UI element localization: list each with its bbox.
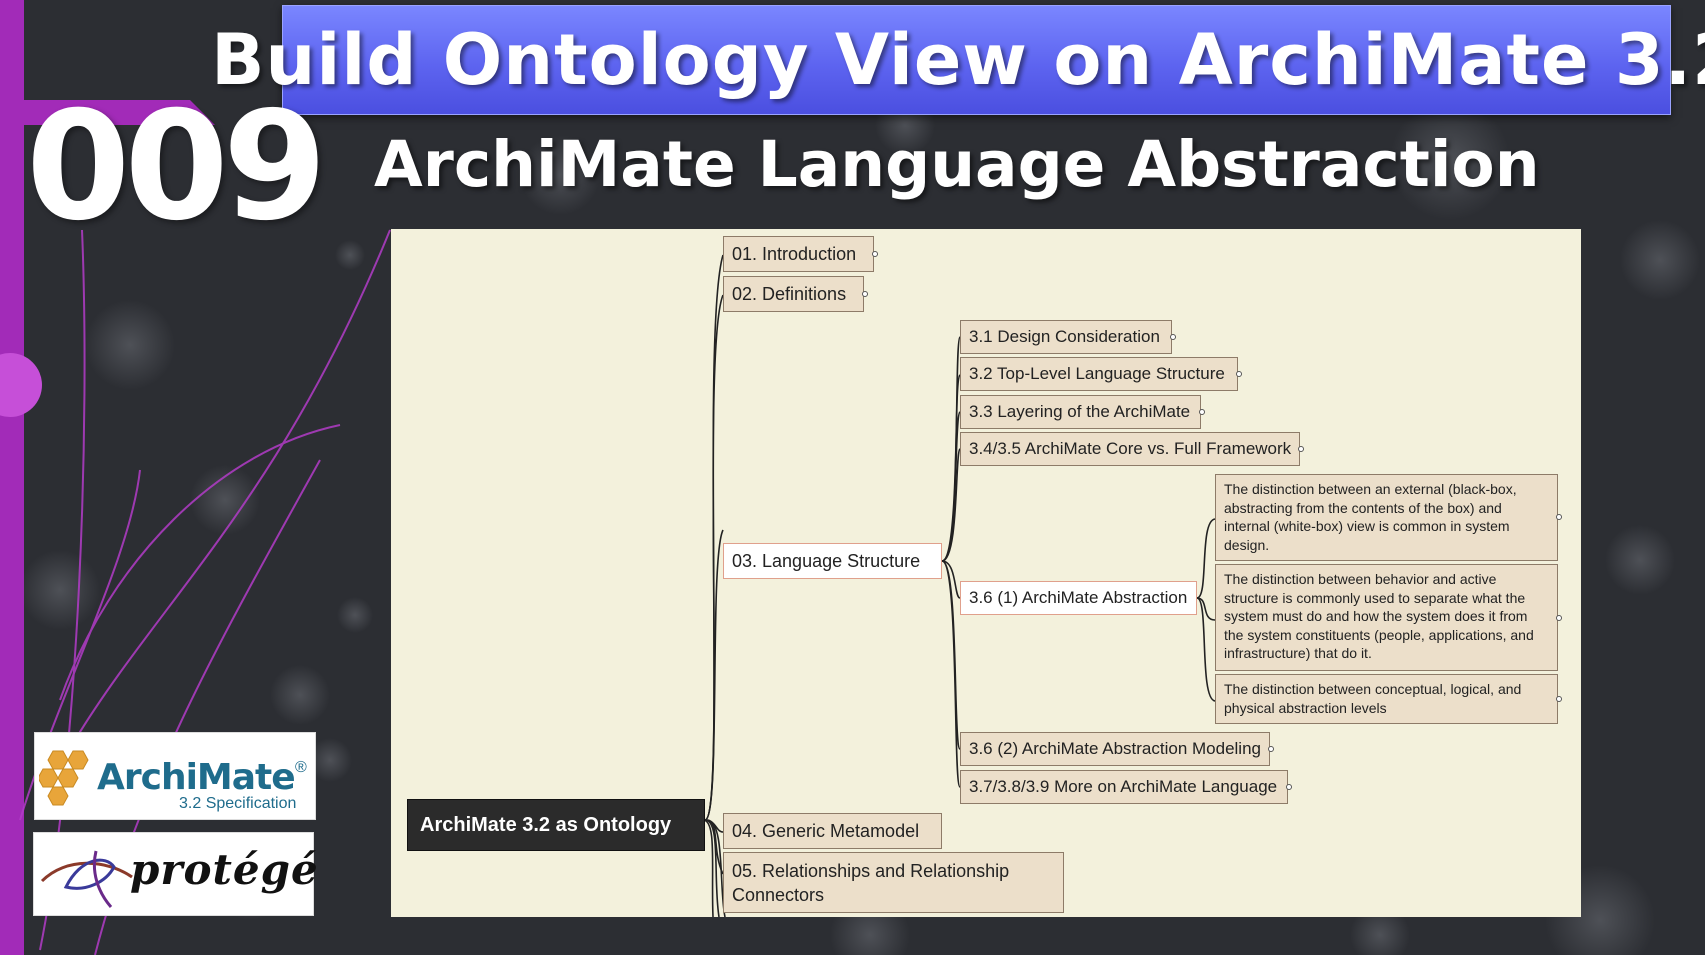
node-label: 3.6 (1) ArchiMate Abstraction <box>969 588 1188 607</box>
protege-wordmark: protégé <box>130 845 319 894</box>
mindmap-root-node[interactable]: ArchiMate 3.2 as Ontology <box>407 799 705 851</box>
node-label: 02. Definitions <box>732 283 847 304</box>
expand-toggle-icon[interactable] <box>1236 371 1242 377</box>
archimate-wordmark: ArchiMate <box>97 757 296 798</box>
node-label: 3.1 Design Consideration <box>969 327 1160 346</box>
node-label: 03. Language Structure <box>732 550 921 571</box>
episode-number: 009 <box>26 80 327 254</box>
hexagon-logo-icon <box>39 750 89 806</box>
section-3-4-3-5-node[interactable]: 3.4/3.5 ArchiMate Core vs. Full Framewor… <box>960 432 1300 466</box>
chapter-language-structure-node[interactable]: 03. Language Structure <box>723 543 942 579</box>
node-label: 3.2 Top-Level Language Structure <box>969 364 1225 383</box>
expand-toggle-icon[interactable] <box>1170 334 1176 340</box>
section-3-1-node[interactable]: 3.1 Design Consideration <box>960 320 1172 354</box>
registered-mark: ® <box>295 759 307 776</box>
expand-toggle-icon[interactable] <box>1556 615 1562 621</box>
section-3-2-node[interactable]: 3.2 Top-Level Language Structure <box>960 357 1238 391</box>
section-3-6-modeling-node[interactable]: 3.6 (2) ArchiMate Abstraction Modeling <box>960 732 1270 766</box>
note-text: The distinction between an external (bla… <box>1224 481 1517 553</box>
mindmap-panel: ArchiMate 3.2 as Ontology 01. Introducti… <box>391 229 1581 917</box>
expand-toggle-icon[interactable] <box>1298 446 1304 452</box>
protege-emblem-icon <box>40 850 133 908</box>
expand-toggle-icon[interactable] <box>1268 746 1274 752</box>
note-text: The distinction between conceptual, logi… <box>1224 681 1522 716</box>
section-3-6-abstraction-node[interactable]: 3.6 (1) ArchiMate Abstraction <box>960 581 1197 615</box>
node-label: 05. Relationships and Relationship Conne… <box>732 860 1010 905</box>
banner-title: Build Ontology View on ArchiMate 3.2 <box>211 19 1705 101</box>
section-3-3-node[interactable]: 3.3 Layering of the ArchiMate <box>960 395 1201 429</box>
protege-logo: protégé <box>33 832 318 916</box>
node-label: 3.6 (2) ArchiMate Abstraction Modeling <box>969 739 1261 758</box>
node-label: 3.7/3.8/3.9 More on ArchiMate Language <box>969 777 1278 796</box>
page-subtitle: ArchiMate Language Abstraction <box>374 128 1540 201</box>
chapter-relationships-node[interactable]: 05. Relationships and Relationship Conne… <box>723 852 1064 913</box>
root-label: ArchiMate 3.2 as Ontology <box>420 813 672 836</box>
title-banner: Build Ontology View on ArchiMate 3.2 <box>211 5 1705 115</box>
node-label: 3.3 Layering of the ArchiMate <box>969 402 1191 421</box>
note-behavior-structure-node[interactable]: The distinction between behavior and act… <box>1215 564 1558 671</box>
expand-toggle-icon[interactable] <box>1556 696 1562 702</box>
archimate-spec-label: 3.2 Specification <box>179 795 297 812</box>
chapter-introduction-node[interactable]: 01. Introduction <box>723 236 874 272</box>
node-label: 3.4/3.5 ArchiMate Core vs. Full Framewor… <box>969 439 1292 458</box>
node-label: 04. Generic Metamodel <box>732 820 920 841</box>
note-abstraction-levels-node[interactable]: The distinction between conceptual, logi… <box>1215 674 1558 724</box>
section-3-7-3-9-node[interactable]: 3.7/3.8/3.9 More on ArchiMate Language <box>960 770 1288 804</box>
chapter-generic-metamodel-node[interactable]: 04. Generic Metamodel <box>723 813 942 849</box>
node-label: 01. Introduction <box>732 243 857 264</box>
chapter-definitions-node[interactable]: 02. Definitions <box>723 276 864 312</box>
note-text: The distinction between behavior and act… <box>1224 571 1534 661</box>
expand-toggle-icon[interactable] <box>1556 514 1562 520</box>
expand-toggle-icon[interactable] <box>1199 409 1205 415</box>
archimate-logo: ArchiMate ® 3.2 Specification <box>34 732 316 820</box>
expand-toggle-icon[interactable] <box>1286 784 1292 790</box>
expand-toggle-icon[interactable] <box>862 291 868 297</box>
note-black-box-node[interactable]: The distinction between an external (bla… <box>1215 474 1558 561</box>
expand-toggle-icon[interactable] <box>872 251 878 257</box>
